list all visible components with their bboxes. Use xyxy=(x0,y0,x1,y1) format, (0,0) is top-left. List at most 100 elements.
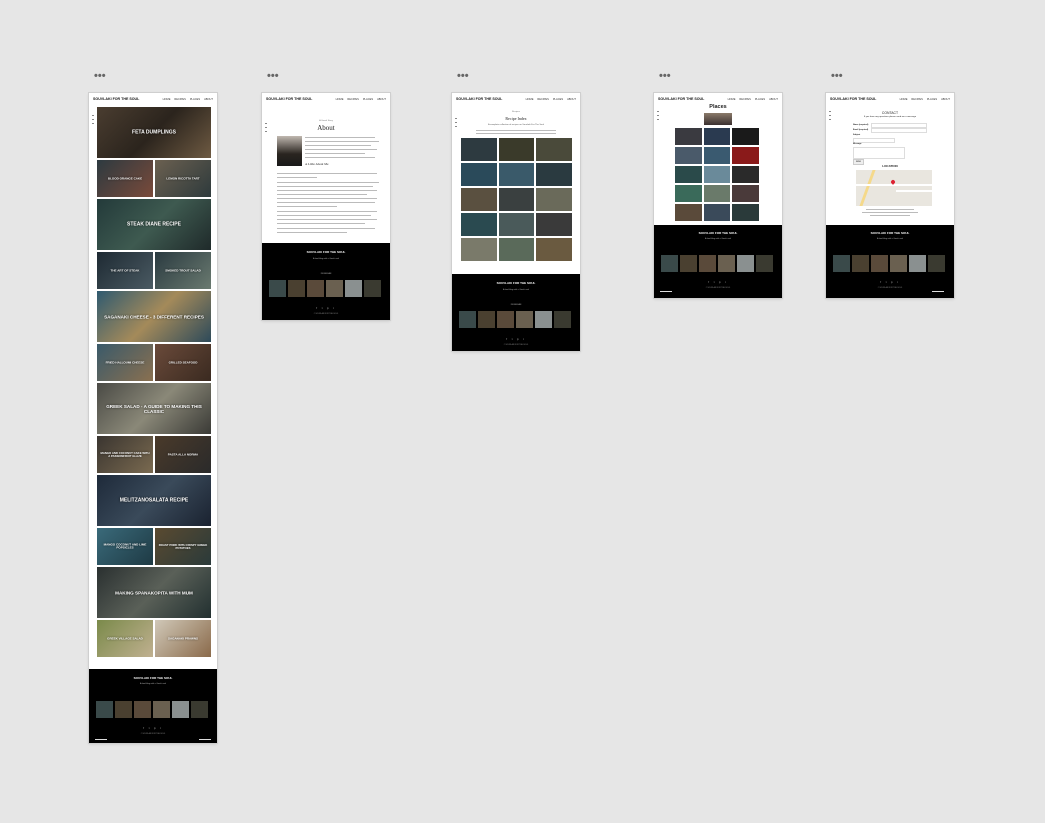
instagram-thumb[interactable] xyxy=(928,255,945,272)
post-tile[interactable]: GREEK SALAD - A GUIDE TO MAKING THIS CLA… xyxy=(97,383,211,434)
nav-home[interactable]: HOME xyxy=(900,98,908,101)
place-thumb[interactable] xyxy=(703,204,731,221)
instagram-thumb[interactable] xyxy=(269,280,286,297)
instagram-thumb[interactable] xyxy=(833,255,850,272)
recipe-thumb[interactable] xyxy=(461,188,497,211)
instagram-thumb[interactable] xyxy=(497,311,514,328)
instagram-thumb[interactable] xyxy=(554,311,571,328)
instagram-thumb[interactable] xyxy=(326,280,343,297)
social-sidebar-icon[interactable] xyxy=(455,122,457,123)
nav-about[interactable]: ABOUT xyxy=(204,98,213,101)
nav-about[interactable]: ABOUT xyxy=(941,98,950,101)
site-logo[interactable]: SOUVLAKI FOR THE SOUL xyxy=(456,97,502,101)
instagram-thumb[interactable] xyxy=(680,255,697,272)
recipe-thumb[interactable] xyxy=(536,138,572,161)
social-icons[interactable]: f t p i xyxy=(654,281,782,284)
post-tile[interactable]: FETA DUMPLINGS xyxy=(97,107,211,158)
post-tile[interactable]: FRIED HALLOUMI CHEESE xyxy=(97,344,153,381)
post-tile[interactable]: MANGO COCONUT AND LIME POPSICLES xyxy=(97,528,153,565)
instagram-thumb[interactable] xyxy=(737,255,754,272)
post-tile[interactable]: MELITZANOSALATA RECIPE xyxy=(97,475,211,526)
instagram-thumb[interactable] xyxy=(307,280,324,297)
recipe-thumb[interactable] xyxy=(461,163,497,186)
recipe-thumb[interactable] xyxy=(498,238,535,261)
social-sidebar-icon[interactable] xyxy=(455,126,457,127)
post-tile[interactable]: SAGANAKI PRAWNS xyxy=(155,620,211,657)
post-tile[interactable]: LEMON RICOTTA TART xyxy=(155,160,211,197)
social-icons[interactable]: f t p i xyxy=(262,307,390,310)
social-sidebar-icon[interactable] xyxy=(657,115,659,116)
artboard-menu-icon[interactable]: ••• xyxy=(94,71,106,82)
nav-home[interactable]: HOME xyxy=(526,98,534,101)
nav-about[interactable]: ABOUT xyxy=(567,98,576,101)
recipe-thumb[interactable] xyxy=(536,163,572,186)
place-thumb[interactable] xyxy=(732,166,759,183)
social-sidebar-icon[interactable] xyxy=(92,119,94,120)
place-thumb[interactable] xyxy=(703,147,731,164)
instagram-thumb[interactable] xyxy=(852,255,869,272)
recipe-thumb[interactable] xyxy=(536,213,572,236)
nav-recipes[interactable]: RECIPES xyxy=(537,98,548,101)
nav-places[interactable]: PLACES xyxy=(927,98,937,101)
post-tile[interactable]: MANGO AND COCONUT CAKE WITH A PASSIONFRU… xyxy=(97,436,153,473)
artboard-menu-icon[interactable]: ••• xyxy=(831,71,843,82)
place-thumb[interactable] xyxy=(732,128,759,145)
post-tile[interactable]: GREEK VILLAGE SALAD xyxy=(97,620,153,657)
site-logo[interactable]: SOUVLAKI FOR THE SOUL xyxy=(266,97,312,101)
recipe-thumb[interactable] xyxy=(461,138,497,161)
social-sidebar-icon[interactable] xyxy=(657,119,659,120)
instagram-thumb[interactable] xyxy=(153,701,170,718)
social-sidebar-icon[interactable] xyxy=(829,119,831,120)
place-thumb[interactable] xyxy=(703,185,731,202)
nav-about[interactable]: ABOUT xyxy=(377,98,386,101)
nav-home[interactable]: HOME xyxy=(728,98,736,101)
nav-recipes[interactable]: RECIPES xyxy=(347,98,358,101)
nav-recipes[interactable]: RECIPES xyxy=(911,98,922,101)
place-thumb[interactable] xyxy=(675,147,702,164)
featured-place-image[interactable] xyxy=(704,113,732,125)
email-field[interactable] xyxy=(871,128,927,133)
instagram-thumb[interactable] xyxy=(890,255,907,272)
place-thumb[interactable] xyxy=(732,147,759,164)
place-thumb[interactable] xyxy=(675,185,702,202)
post-tile[interactable]: MAKING SPANAKOPITA WITH MUM xyxy=(97,567,211,618)
instagram-thumb[interactable] xyxy=(191,701,208,718)
post-tile[interactable]: THE ART OF STEAK xyxy=(97,252,153,289)
nav-places[interactable]: PLACES xyxy=(553,98,563,101)
site-logo[interactable]: SOUVLAKI FOR THE SOUL xyxy=(830,97,876,101)
place-thumb[interactable] xyxy=(732,204,759,221)
instagram-thumb[interactable] xyxy=(516,311,533,328)
place-thumb[interactable] xyxy=(703,128,731,145)
post-tile[interactable]: BLOOD ORANGE CAKE xyxy=(97,160,153,197)
recipe-thumb[interactable] xyxy=(461,213,497,236)
location-map[interactable] xyxy=(856,170,932,206)
nav-places[interactable]: PLACES xyxy=(363,98,373,101)
nav-home[interactable]: HOME xyxy=(163,98,171,101)
instagram-thumb[interactable] xyxy=(478,311,495,328)
place-thumb[interactable] xyxy=(675,204,702,221)
instagram-thumb[interactable] xyxy=(756,255,773,272)
social-icons[interactable]: f t p i xyxy=(826,281,954,284)
nav-recipes[interactable]: RECIPES xyxy=(174,98,185,101)
instagram-thumb[interactable] xyxy=(535,311,552,328)
artboard-menu-icon[interactable]: ••• xyxy=(659,71,671,82)
post-tile[interactable]: SAGANAKI CHEESE - 3 DIFFERENT RECIPES xyxy=(97,291,211,342)
post-tile[interactable]: PASTA ALLA NORMA xyxy=(155,436,211,473)
recipe-thumb[interactable] xyxy=(461,238,497,261)
artboard-menu-icon[interactable]: ••• xyxy=(267,71,279,82)
place-thumb[interactable] xyxy=(675,166,702,183)
instagram-thumb[interactable] xyxy=(345,280,362,297)
place-thumb[interactable] xyxy=(732,185,759,202)
nav-home[interactable]: HOME xyxy=(336,98,344,101)
recipe-thumb[interactable] xyxy=(498,188,535,211)
instagram-thumb[interactable] xyxy=(115,701,132,718)
instagram-thumb[interactable] xyxy=(699,255,716,272)
instagram-thumb[interactable] xyxy=(134,701,151,718)
nav-about[interactable]: ABOUT xyxy=(769,98,778,101)
instagram-thumb[interactable] xyxy=(96,701,113,718)
social-icons[interactable]: f t p i xyxy=(89,727,217,730)
instagram-thumb[interactable] xyxy=(871,255,888,272)
instagram-thumb[interactable] xyxy=(288,280,305,297)
nav-places[interactable]: PLACES xyxy=(755,98,765,101)
nav-places[interactable]: PLACES xyxy=(190,98,200,101)
